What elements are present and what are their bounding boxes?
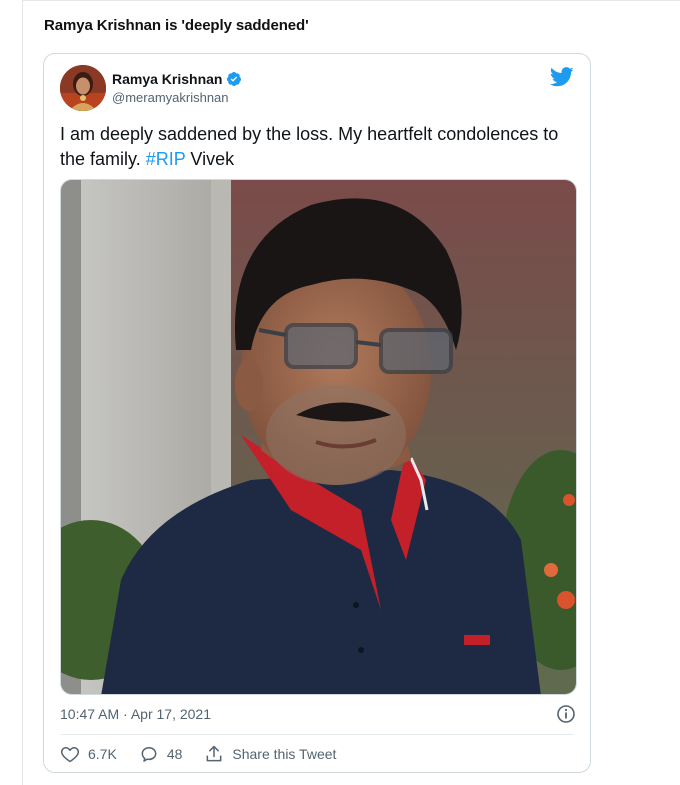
avatar[interactable]	[60, 65, 106, 111]
hashtag-link[interactable]: #RIP	[146, 149, 186, 169]
display-name[interactable]: Ramya Krishnan	[112, 71, 222, 87]
user-handle[interactable]: @meramyakrishnan	[112, 90, 229, 105]
tweet-text-tail: Vivek	[185, 149, 235, 169]
verified-badge-icon	[226, 71, 242, 87]
reply-button[interactable]: 48	[139, 744, 183, 764]
top-divider	[22, 0, 680, 1]
info-icon[interactable]	[556, 704, 576, 724]
article-headline: Ramya Krishnan is 'deeply saddened'	[44, 17, 309, 34]
like-button[interactable]: 6.7K	[60, 744, 117, 764]
share-button[interactable]: Share this Tweet	[204, 744, 336, 764]
heart-icon	[60, 747, 80, 763]
divider	[60, 734, 574, 735]
tweet-timestamp[interactable]: 10:47 AM · Apr 17, 2021	[60, 706, 211, 722]
share-label: Share this Tweet	[232, 746, 337, 762]
tweet-actions: 6.7K 48 Share this Tweet	[60, 744, 358, 764]
embedded-tweet-card[interactable]: Ramya Krishnan @meramyakrishnan I am dee…	[43, 53, 591, 773]
share-icon	[206, 745, 222, 762]
tweet-text-body: I am deeply saddened by the loss. My hea…	[60, 124, 559, 169]
tweet-text: I am deeply saddened by the loss. My hea…	[60, 122, 575, 172]
twitter-bird-icon[interactable]	[549, 67, 574, 87]
tweet-photo[interactable]	[60, 179, 577, 695]
like-count: 6.7K	[88, 746, 117, 762]
reply-icon	[141, 747, 157, 762]
left-divider	[22, 0, 23, 785]
reply-count: 48	[166, 746, 183, 762]
